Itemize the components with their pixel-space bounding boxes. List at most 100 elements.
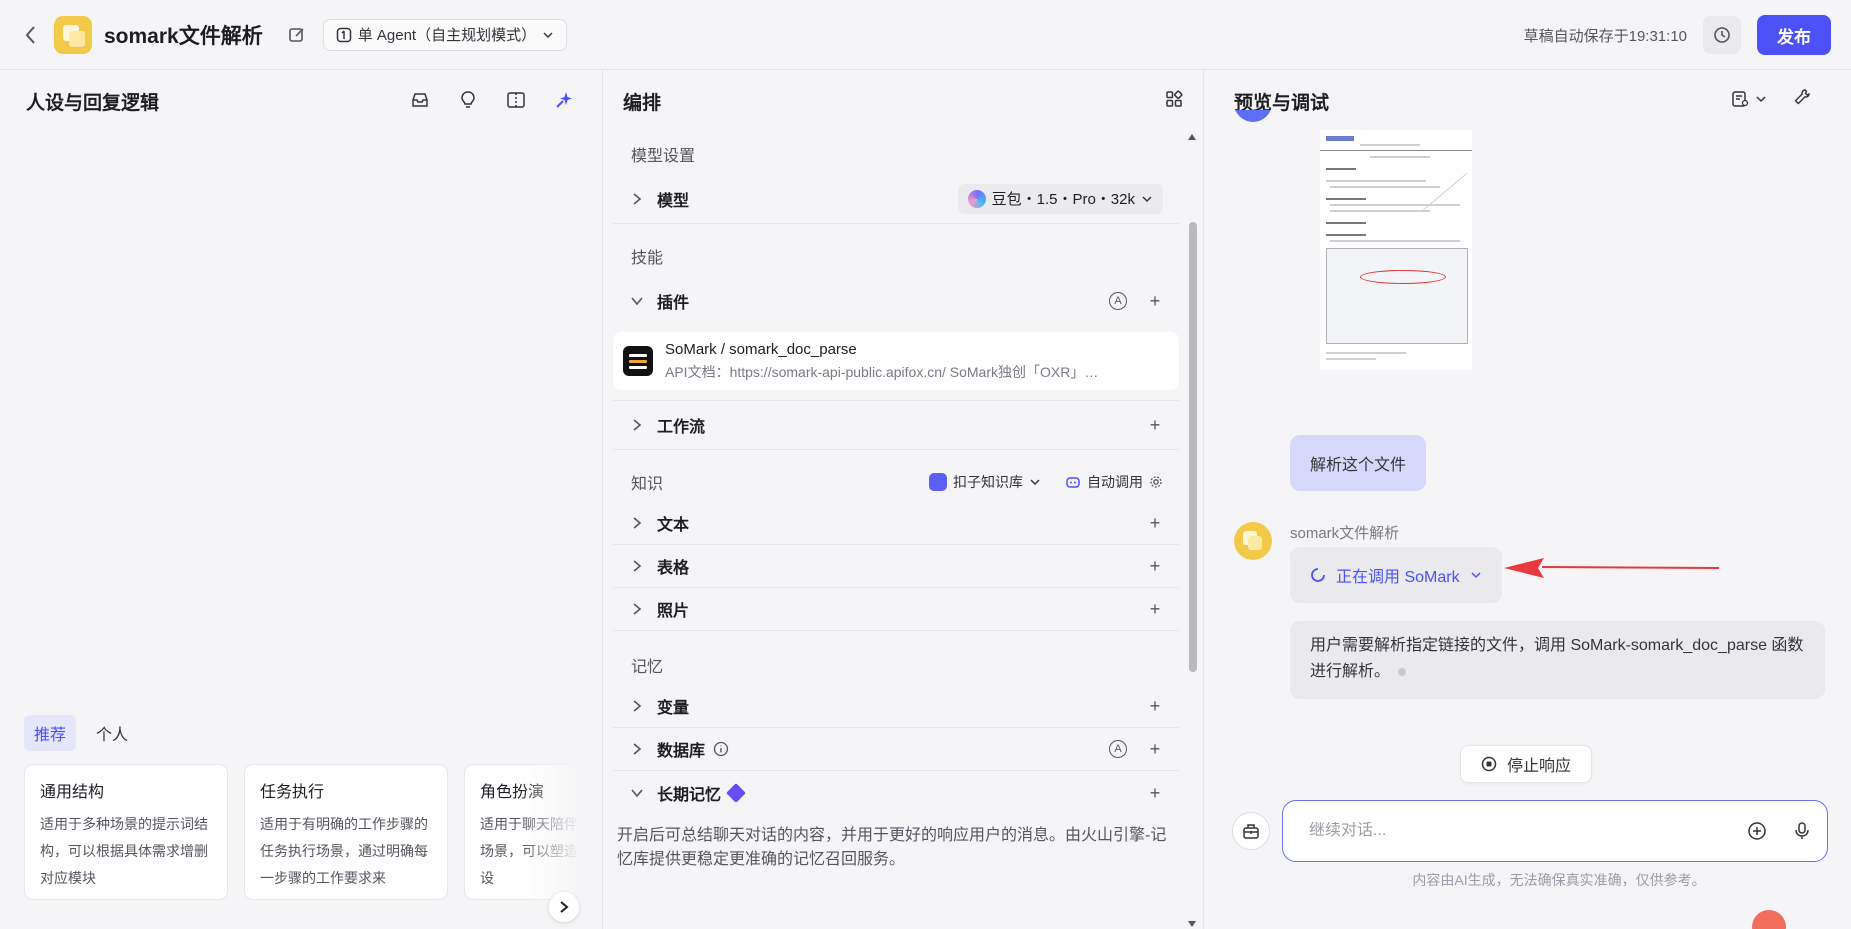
row-label: 照片 — [657, 603, 690, 620]
scrollbar[interactable] — [1185, 132, 1199, 929]
section-model-settings: 模型设置 — [631, 148, 696, 165]
uploaded-document-thumbnail[interactable] — [1320, 130, 1480, 370]
edit-button[interactable] — [285, 23, 309, 47]
tips-button[interactable] — [456, 88, 480, 112]
edit-icon — [288, 27, 304, 42]
app-logo — [54, 15, 92, 54]
tab-personal[interactable]: 个人 — [86, 715, 138, 751]
ai-optimize-button[interactable] — [552, 88, 576, 112]
chevron-right-icon — [560, 901, 569, 913]
history-button[interactable] — [1703, 16, 1741, 54]
auto-mode-icon[interactable]: A — [1109, 292, 1127, 310]
sparkle-icon — [556, 92, 572, 108]
row-label: 变量 — [657, 700, 690, 717]
add-workflow-button[interactable]: + — [1147, 416, 1163, 434]
row-label: 长期记忆 — [657, 781, 1147, 805]
template-card-task[interactable]: 任务执行 适用于有明确的工作步骤的任务执行场景，通过明确每一步骤的工作要求来 — [244, 764, 448, 900]
autosave-status: 草稿自动保存于19:31:10 — [1523, 27, 1687, 45]
auto-call-label: 自动调用 — [1087, 474, 1143, 490]
plugin-name: SoMark / somark_doc_parse — [665, 340, 857, 358]
text-knowledge-row[interactable]: 文本 + — [613, 502, 1179, 545]
floating-assistant-avatar[interactable] — [1752, 910, 1786, 929]
memory-description: 开启后可总结聊天对话的内容，并用于更好的响应用户的消息。由火山引擎-记忆库提供更… — [617, 827, 1167, 868]
model-select[interactable]: 豆包・1.5・Pro・32k — [957, 183, 1163, 214]
database-row[interactable]: 数据库 A + — [613, 728, 1179, 771]
chat-composer — [1232, 800, 1828, 862]
workflow-row[interactable]: 工作流 + — [613, 400, 1179, 450]
auto-call-setting[interactable]: 自动调用 — [1065, 472, 1163, 492]
wrench-icon — [1794, 89, 1810, 105]
chevron-right-icon — [627, 742, 647, 756]
bot-avatar — [1234, 522, 1272, 560]
template-title: 任务执行 — [260, 784, 325, 801]
lightbulb-icon — [461, 91, 475, 108]
add-database-button[interactable]: + — [1147, 740, 1163, 758]
tool-call-label: 正在调用 SoMark — [1336, 569, 1460, 586]
chevron-right-icon — [627, 602, 647, 616]
add-table-button[interactable]: + — [1147, 557, 1163, 575]
add-longterm-memory-button[interactable]: + — [1147, 784, 1163, 802]
stop-response-button[interactable]: 停止响应 — [1460, 745, 1593, 783]
chevron-down-icon — [1471, 572, 1481, 579]
auto-mode-icon[interactable]: A — [1109, 740, 1127, 758]
variable-row[interactable]: 变量 + — [613, 685, 1179, 728]
longterm-memory-row[interactable]: 长期记忆 + — [613, 771, 1179, 814]
row-label: 表格 — [657, 560, 690, 577]
model-row[interactable]: 模型 豆包・1.5・Pro・32k — [613, 174, 1179, 224]
persona-panel: 人设与回复逻辑 推荐 个人 通用结构 适用于多种场景的提示词结构，可以根据具体需… — [0, 70, 603, 929]
bot-name: somark文件解析 — [1290, 525, 1400, 542]
shortcut-toolbox-button[interactable] — [1232, 812, 1270, 850]
template-tabs: 推荐 个人 — [24, 715, 138, 751]
layout-toggle-button[interactable] — [1165, 90, 1183, 111]
publish-button[interactable]: 发布 — [1757, 15, 1831, 55]
gear-icon — [1150, 476, 1162, 488]
carousel-next-button[interactable] — [549, 892, 579, 922]
chevron-down-icon — [627, 788, 647, 798]
plugins-row[interactable]: 插件 A + — [613, 276, 1179, 326]
chevron-down-icon — [1142, 195, 1152, 202]
scroll-up-icon — [1188, 134, 1196, 140]
chat-input-box[interactable] — [1282, 800, 1828, 862]
photo-knowledge-row[interactable]: 照片 + — [613, 588, 1179, 631]
prompt-library-button[interactable] — [408, 88, 432, 112]
add-variable-button[interactable]: + — [1147, 697, 1163, 715]
section-memory: 记忆 — [631, 659, 664, 676]
add-text-button[interactable]: + — [1147, 514, 1163, 532]
back-button[interactable] — [16, 20, 46, 50]
scrollbar-thumb[interactable] — [1189, 222, 1197, 672]
debug-tools-button[interactable] — [1793, 88, 1811, 109]
orchestration-scroll: 模型设置 模型 豆包・1.5・Pro・32k 技能 插件 A + SoMark … — [613, 132, 1179, 929]
ai-disclaimer: 内容由AI生成，无法确保真实准确，仅供参考。 — [1412, 872, 1706, 888]
split-view-icon — [507, 92, 525, 108]
chevron-left-icon — [25, 25, 35, 44]
add-plugin-button[interactable]: + — [1147, 292, 1163, 310]
row-label: 工作流 — [657, 419, 706, 436]
row-label: 数据库 — [657, 737, 1109, 761]
tool-call-status[interactable]: 正在调用 SoMark — [1290, 547, 1502, 603]
chevron-down-icon — [627, 296, 647, 306]
info-icon[interactable] — [713, 741, 729, 757]
bot-message-bubble: 用户需要解析指定链接的文件，调用 SoMark-somark_doc_parse… — [1290, 621, 1825, 699]
chat-input[interactable] — [1309, 822, 1747, 840]
row-label: 模型 — [657, 192, 690, 210]
agent-mode-select[interactable]: 单 Agent（自主规划模式） — [322, 18, 568, 51]
preview-options-button[interactable] — [1731, 90, 1767, 108]
table-knowledge-row[interactable]: 表格 + — [613, 545, 1179, 588]
plugin-card[interactable]: SoMark / somark_doc_parse API文档：https://… — [613, 332, 1179, 390]
grid-icon — [1166, 90, 1183, 107]
chevron-right-icon — [627, 418, 647, 432]
compare-button[interactable] — [504, 88, 528, 112]
template-carousel: 通用结构 适用于多种场景的提示词结构，可以根据具体需求增删对应模块 任务执行 适… — [24, 764, 580, 900]
add-attachment-icon[interactable] — [1747, 821, 1767, 841]
inbox-icon — [412, 93, 428, 107]
tab-recommended[interactable]: 推荐 — [24, 715, 77, 751]
preview-panel: 预览与调试 解析这个文件 somark文件解析 正在调用 SoMark 用户需要… — [1204, 70, 1851, 929]
microphone-icon[interactable] — [1793, 821, 1811, 841]
template-card-general[interactable]: 通用结构 适用于多种场景的提示词结构，可以根据具体需求增删对应模块 — [24, 764, 228, 900]
toolbox-icon — [1243, 824, 1259, 839]
app-name: somark文件解析 — [104, 24, 263, 48]
knowledge-base-select[interactable]: 扣子知识库 — [929, 472, 1041, 492]
somark-logo — [623, 346, 653, 376]
add-photo-button[interactable]: + — [1147, 600, 1163, 618]
stop-label: 停止响应 — [1507, 758, 1572, 775]
